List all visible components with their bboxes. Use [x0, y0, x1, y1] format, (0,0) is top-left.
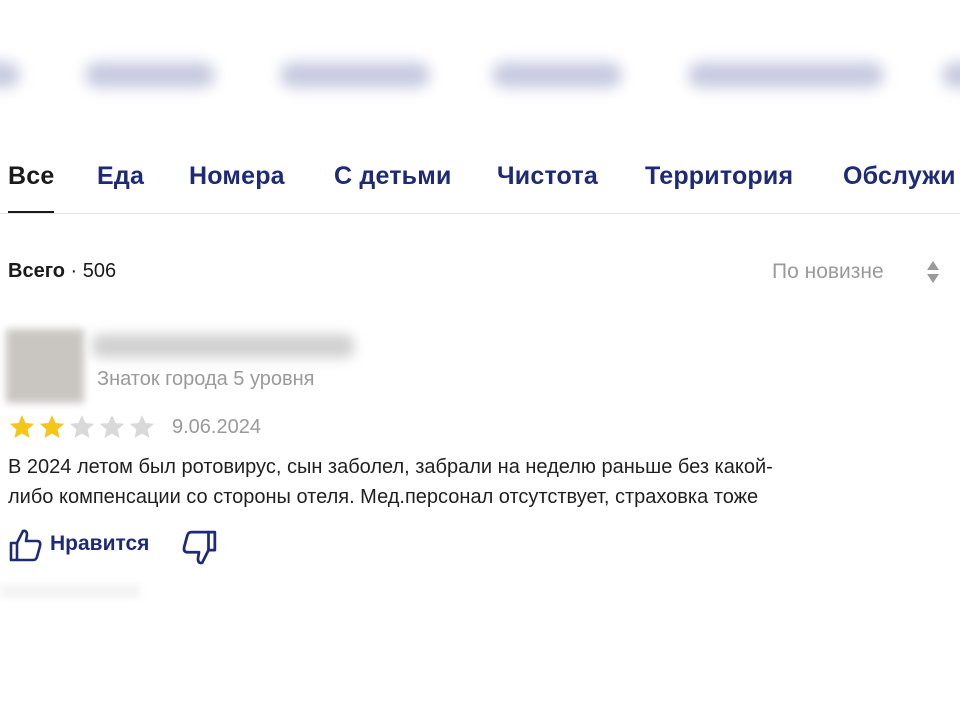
blurred-nav-item [688, 62, 884, 88]
star-filled-icon [9, 415, 35, 438]
total-separator: · [64, 260, 83, 282]
review-text: В 2024 летом был ротовирус, сын заболел,… [8, 452, 908, 512]
blurred-nav-item [0, 62, 20, 88]
reviews-total: Всего · 506 [8, 260, 116, 283]
thumbs-up-icon [9, 529, 42, 562]
blurred-top-nav [0, 40, 960, 110]
review-text-line: либо компенсации со стороны отеля. Мед.п… [8, 486, 759, 508]
tab-with-children[interactable]: С детьми [334, 162, 452, 191]
star-filled-icon [39, 415, 65, 438]
thumbs-down-icon[interactable] [180, 529, 218, 567]
tab-food[interactable]: Еда [97, 162, 144, 191]
like-label: Нравится [50, 532, 150, 555]
blurred-footer-line [0, 584, 140, 598]
review-category-tabs: Все Еда Номера С детьми Чистота Территор… [0, 150, 960, 214]
blurred-nav-item [492, 62, 622, 88]
review-text-line: В 2024 летом был ротовирус, сын заболел,… [8, 456, 773, 478]
avatar[interactable] [6, 329, 84, 403]
sort-dropdown[interactable]: По новизне [772, 260, 884, 284]
star-empty-icon [129, 415, 155, 438]
tab-service[interactable]: Обслужи [843, 162, 956, 191]
blurred-nav-item [280, 62, 430, 88]
blurred-nav-item [942, 62, 960, 88]
tabs-divider [0, 213, 960, 214]
total-count: 506 [82, 260, 117, 282]
author-name-blurred[interactable] [92, 334, 354, 358]
author-level: Знаток города 5 уровня [97, 368, 315, 390]
star-empty-icon [99, 415, 125, 438]
star-empty-icon [69, 415, 95, 438]
tab-rooms[interactable]: Номера [189, 162, 285, 191]
sort-arrows-icon[interactable] [925, 259, 941, 285]
tab-all[interactable]: Все [8, 162, 54, 191]
review-date: 9.06.2024 [172, 416, 261, 438]
tab-territory[interactable]: Территория [645, 162, 793, 191]
total-label: Всего [8, 260, 65, 282]
blurred-nav-item [85, 62, 215, 88]
tab-cleanliness[interactable]: Чистота [497, 162, 598, 191]
